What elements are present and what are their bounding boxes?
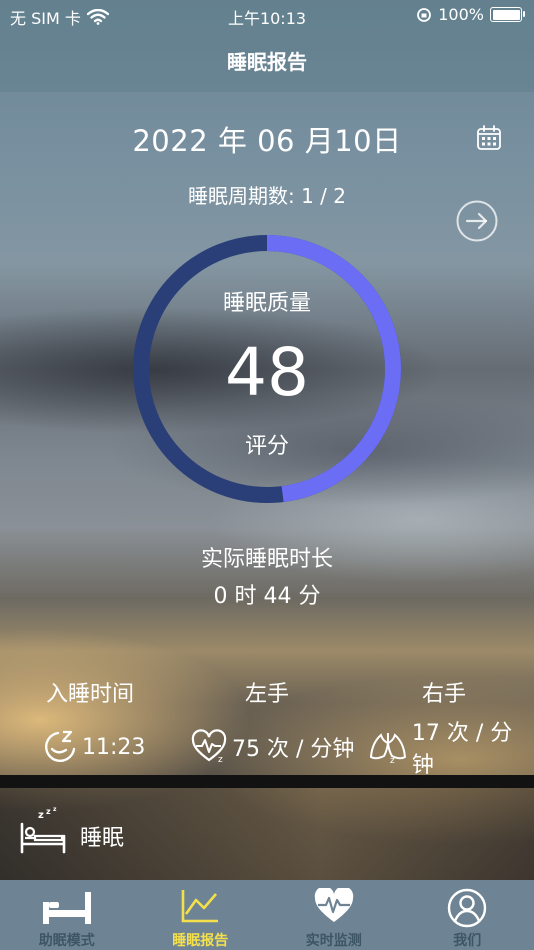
tab-label-sleep-report: 睡眠报告: [172, 933, 229, 949]
right-hand-label: 右手: [421, 682, 466, 707]
battery-icon: [490, 7, 525, 22]
tab-bar: 助眠模式 睡眠报告 实时监测 我们: [0, 880, 534, 950]
svg-text:z: z: [53, 806, 57, 813]
section-divider: [0, 775, 534, 788]
tab-label-about-us: 我们: [453, 933, 482, 949]
status-bar: 无 SIM 卡 上午10:13 100%: [0, 0, 534, 30]
right-hand-value: 17 次 / 分钟: [411, 721, 513, 778]
sleep-row-label: 睡眠: [80, 826, 125, 851]
tab-about-us[interactable]: 我们: [401, 880, 534, 950]
tab-label-realtime-monitor: 实时监测: [305, 933, 362, 949]
tab-sleep-report[interactable]: 睡眠报告: [134, 880, 268, 950]
svg-text:z: z: [38, 810, 44, 821]
svg-text:z: z: [390, 756, 395, 765]
tab-sleep-aid[interactable]: 助眠模式: [0, 880, 134, 950]
score-unit-label: 评分: [244, 434, 289, 459]
svg-text:z: z: [218, 755, 223, 765]
tab-label-sleep-aid: 助眠模式: [38, 933, 95, 949]
person-icon: [448, 888, 487, 928]
lungs-icon: z: [369, 733, 406, 765]
report-date: 2022 年 06 月10日: [132, 124, 402, 158]
chart-icon: [181, 890, 219, 923]
left-hand-label: 左手: [244, 682, 289, 707]
actual-duration-label: 实际睡眠时长: [200, 547, 333, 572]
quality-score: 48: [225, 334, 309, 411]
quality-label: 睡眠质量: [222, 291, 311, 316]
next-arrow-icon[interactable]: [455, 199, 499, 243]
svg-text:z: z: [46, 807, 51, 816]
tab-realtime-monitor[interactable]: 实时监测: [267, 880, 401, 950]
rotation-lock-icon: [417, 7, 432, 22]
actual-duration-value: 0 时 44 分: [213, 584, 321, 609]
sleep-time-value: 11:23: [82, 734, 146, 760]
left-hand-stat: z 75 次 / 分钟: [190, 728, 354, 766]
sleep-cycle-count: 睡眠周期数: 1 / 2: [188, 184, 346, 208]
heart-monitor-icon: [314, 888, 353, 922]
sleeping-bed-icon: z z z: [20, 806, 66, 854]
sleep-clock-icon: [45, 730, 76, 762]
sleep-row[interactable]: z z z 睡眠: [0, 788, 534, 880]
left-hand-value: 75 次 / 分钟: [232, 737, 355, 762]
right-hand-stat: z 17 次 / 分钟: [368, 721, 534, 778]
sleep-time-stat: 11:23: [42, 728, 145, 766]
bed-icon: [42, 892, 91, 924]
battery-percent: 100%: [438, 5, 484, 24]
page-title: 睡眠报告: [227, 50, 307, 74]
heart-rate-icon: z: [191, 729, 227, 765]
sleep-time-label: 入睡时间: [45, 682, 134, 707]
calendar-icon[interactable]: [475, 124, 503, 152]
